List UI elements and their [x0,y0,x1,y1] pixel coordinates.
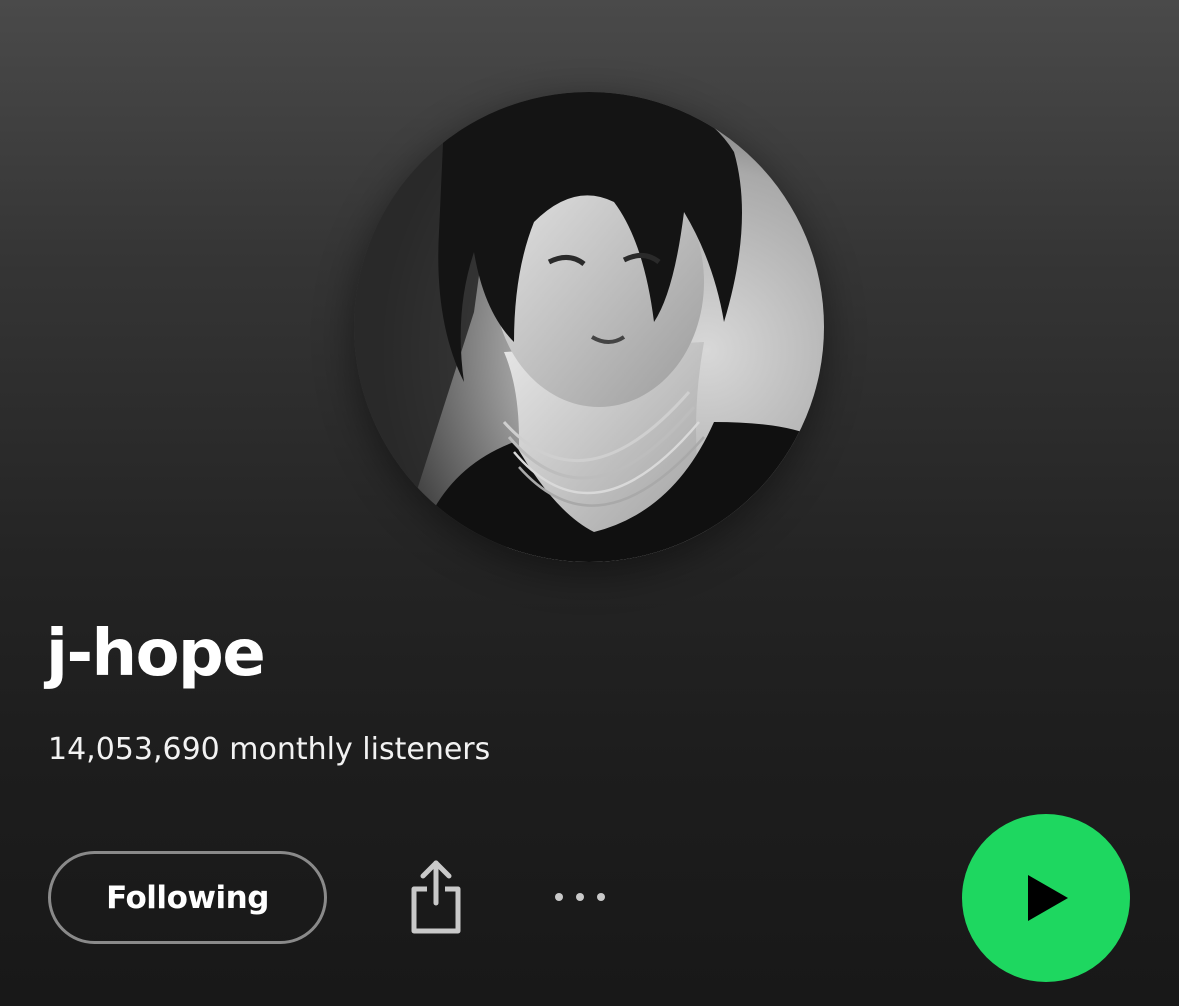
more-options-dot [597,893,605,901]
artist-image [354,92,824,562]
artist-photo [354,92,824,562]
share-button[interactable] [396,852,476,942]
play-icon [1028,875,1068,921]
play-button[interactable] [962,814,1130,982]
following-button-label: Following [106,879,269,916]
more-options-button[interactable] [538,872,622,922]
monthly-listeners: 14,053,690 monthly listeners [48,732,491,767]
more-options-dot [576,893,584,901]
artist-name: j-hope [46,617,266,691]
share-icon [411,860,461,934]
following-button[interactable]: Following [48,851,327,944]
more-options-icon [555,893,563,901]
